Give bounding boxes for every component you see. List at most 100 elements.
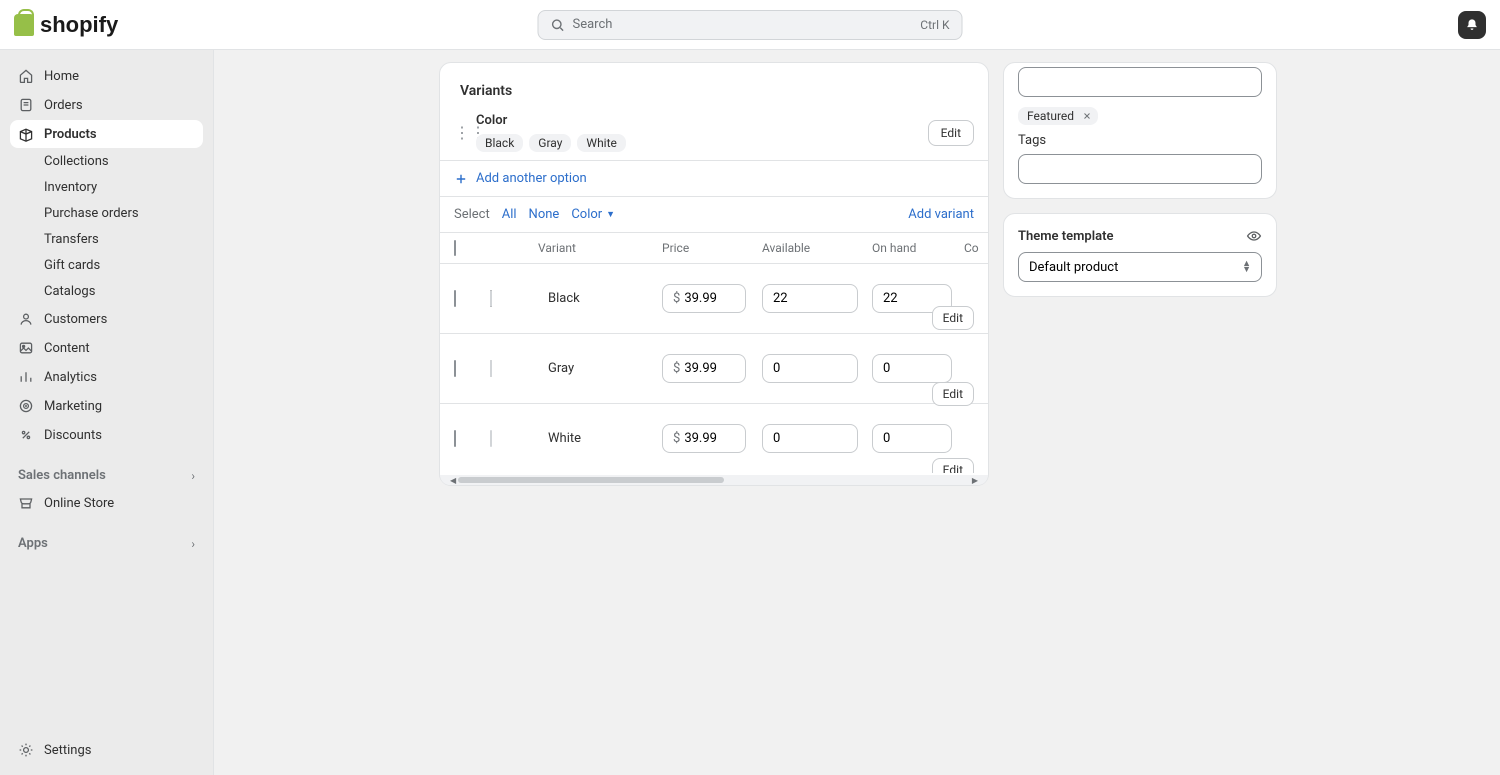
add-variant-button[interactable]: Add variant xyxy=(908,207,974,222)
scroll-right-icon[interactable]: ▶ xyxy=(972,476,978,485)
sidebar-subitem-gift-cards[interactable]: Gift cards xyxy=(10,253,203,278)
tags-input[interactable] xyxy=(1018,154,1262,184)
sidebar-subitem-transfers[interactable]: Transfers xyxy=(10,227,203,252)
section-label: Sales channels xyxy=(18,468,106,483)
variant-row-black[interactable]: Black $ xyxy=(440,263,988,333)
notifications-button[interactable] xyxy=(1458,11,1486,39)
variant-row-white[interactable]: White $ xyxy=(440,403,988,473)
sidebar-subitem-catalogs[interactable]: Catalogs xyxy=(10,279,203,304)
select-all-checkbox[interactable] xyxy=(454,240,456,256)
search-kbd-hint: Ctrl K xyxy=(920,18,949,32)
sidebar-section-sales-channels[interactable]: Sales channels › xyxy=(10,462,203,489)
row-checkbox[interactable] xyxy=(454,360,456,377)
sidebar-item-online-store[interactable]: Online Store xyxy=(10,489,203,517)
column-on-hand: On hand xyxy=(872,241,964,255)
scroll-left-icon[interactable]: ◀ xyxy=(450,476,456,485)
variant-name: White xyxy=(538,431,662,446)
discounts-icon xyxy=(18,427,34,443)
option-value-chip: Gray xyxy=(529,134,571,152)
sidebar-item-content[interactable]: Content xyxy=(10,334,203,362)
customers-icon xyxy=(18,311,34,327)
currency-symbol: $ xyxy=(662,424,680,453)
search-placeholder: Search xyxy=(573,17,921,32)
row-checkbox[interactable] xyxy=(454,290,456,307)
bell-icon xyxy=(1465,18,1479,32)
sidebar-item-marketing[interactable]: Marketing xyxy=(10,392,203,420)
sidebar-item-analytics[interactable]: Analytics xyxy=(10,363,203,391)
variant-table-header: Variant Price Available On hand Co xyxy=(440,232,988,263)
option-name: Color xyxy=(476,113,928,128)
online-store-icon xyxy=(18,495,34,511)
sidebar-item-label: Customers xyxy=(44,312,107,327)
available-input[interactable] xyxy=(762,284,858,313)
price-input[interactable] xyxy=(680,284,746,313)
on-hand-input[interactable] xyxy=(872,354,952,383)
scroll-track[interactable] xyxy=(458,477,970,483)
chevron-right-icon: › xyxy=(191,537,195,551)
sidebar-item-settings[interactable]: Settings xyxy=(10,736,203,764)
home-icon xyxy=(18,68,34,84)
content-icon xyxy=(18,340,34,356)
variant-name: Black xyxy=(538,291,662,306)
select-color-dropdown[interactable]: Color ▼ xyxy=(571,207,615,222)
sidebar-item-label: Home xyxy=(44,69,79,84)
theme-template-select[interactable]: Default product ▲▼ xyxy=(1018,252,1262,282)
sidebar-item-products[interactable]: Products xyxy=(10,120,203,148)
caret-down-icon: ▼ xyxy=(606,209,615,220)
sidebar-item-customers[interactable]: Customers xyxy=(10,305,203,333)
row-checkbox[interactable] xyxy=(454,430,456,447)
theme-template-card: Theme template Default product ▲▼ xyxy=(1003,213,1277,297)
sidebar-item-label: Orders xyxy=(44,98,83,113)
collections-input[interactable] xyxy=(1018,67,1262,97)
horizontal-scrollbar[interactable]: ◀ ▶ xyxy=(440,475,988,485)
sidebar-item-discounts[interactable]: Discounts xyxy=(10,421,203,449)
available-input[interactable] xyxy=(762,354,858,383)
price-input[interactable] xyxy=(680,354,746,383)
shopify-wordmark: shopify xyxy=(40,12,118,38)
select-label: Select xyxy=(454,207,490,222)
sidebar: Home Orders Products Collections Invento… xyxy=(0,50,214,775)
products-icon xyxy=(18,126,34,142)
sidebar-subitem-inventory[interactable]: Inventory xyxy=(10,175,203,200)
variants-card: Variants ⋮⋮ Color Black Gray White Edit xyxy=(439,62,989,486)
option-value-chip: Black xyxy=(476,134,523,152)
section-label: Apps xyxy=(18,536,48,551)
select-value: Default product xyxy=(1029,260,1118,275)
search-input[interactable]: Search Ctrl K xyxy=(538,10,963,40)
column-price: Price xyxy=(662,241,762,255)
currency-symbol: $ xyxy=(662,354,680,383)
sidebar-subitem-purchase-orders[interactable]: Purchase orders xyxy=(10,201,203,226)
variant-row-gray[interactable]: Gray $ xyxy=(440,333,988,403)
edit-variant-button[interactable]: Edit xyxy=(932,458,974,473)
edit-variant-button[interactable]: Edit xyxy=(932,382,974,406)
add-option-button[interactable]: Add another option xyxy=(440,161,988,196)
on-hand-input[interactable] xyxy=(872,424,952,453)
sidebar-section-apps[interactable]: Apps › xyxy=(10,530,203,557)
currency-symbol: $ xyxy=(662,284,680,313)
scroll-thumb[interactable] xyxy=(458,477,724,483)
analytics-icon xyxy=(18,369,34,385)
filter-label: Color xyxy=(571,207,602,222)
sidebar-subitem-collections[interactable]: Collections xyxy=(10,149,203,174)
theme-template-title: Theme template xyxy=(1018,229,1113,244)
sidebar-item-orders[interactable]: Orders xyxy=(10,91,203,119)
edit-variant-button[interactable]: Edit xyxy=(932,306,974,330)
shopify-logo[interactable]: shopify xyxy=(14,12,118,38)
sidebar-item-label: Products xyxy=(44,127,97,142)
option-value-chip: White xyxy=(577,134,625,152)
select-all-button[interactable]: All xyxy=(502,207,517,222)
sidebar-item-label: Settings xyxy=(44,743,91,758)
search-icon xyxy=(551,18,565,32)
sidebar-item-home[interactable]: Home xyxy=(10,62,203,90)
select-none-button[interactable]: None xyxy=(529,207,560,222)
gear-icon xyxy=(18,742,34,758)
marketing-icon xyxy=(18,398,34,414)
available-input[interactable] xyxy=(762,424,858,453)
sidebar-item-label: Discounts xyxy=(44,428,102,443)
drag-handle-icon[interactable]: ⋮⋮ xyxy=(454,123,464,142)
price-input[interactable] xyxy=(680,424,746,453)
tags-label: Tags xyxy=(1018,133,1262,148)
remove-tag-icon[interactable] xyxy=(1080,109,1094,123)
edit-option-button[interactable]: Edit xyxy=(928,120,974,146)
eye-icon[interactable] xyxy=(1246,228,1262,244)
